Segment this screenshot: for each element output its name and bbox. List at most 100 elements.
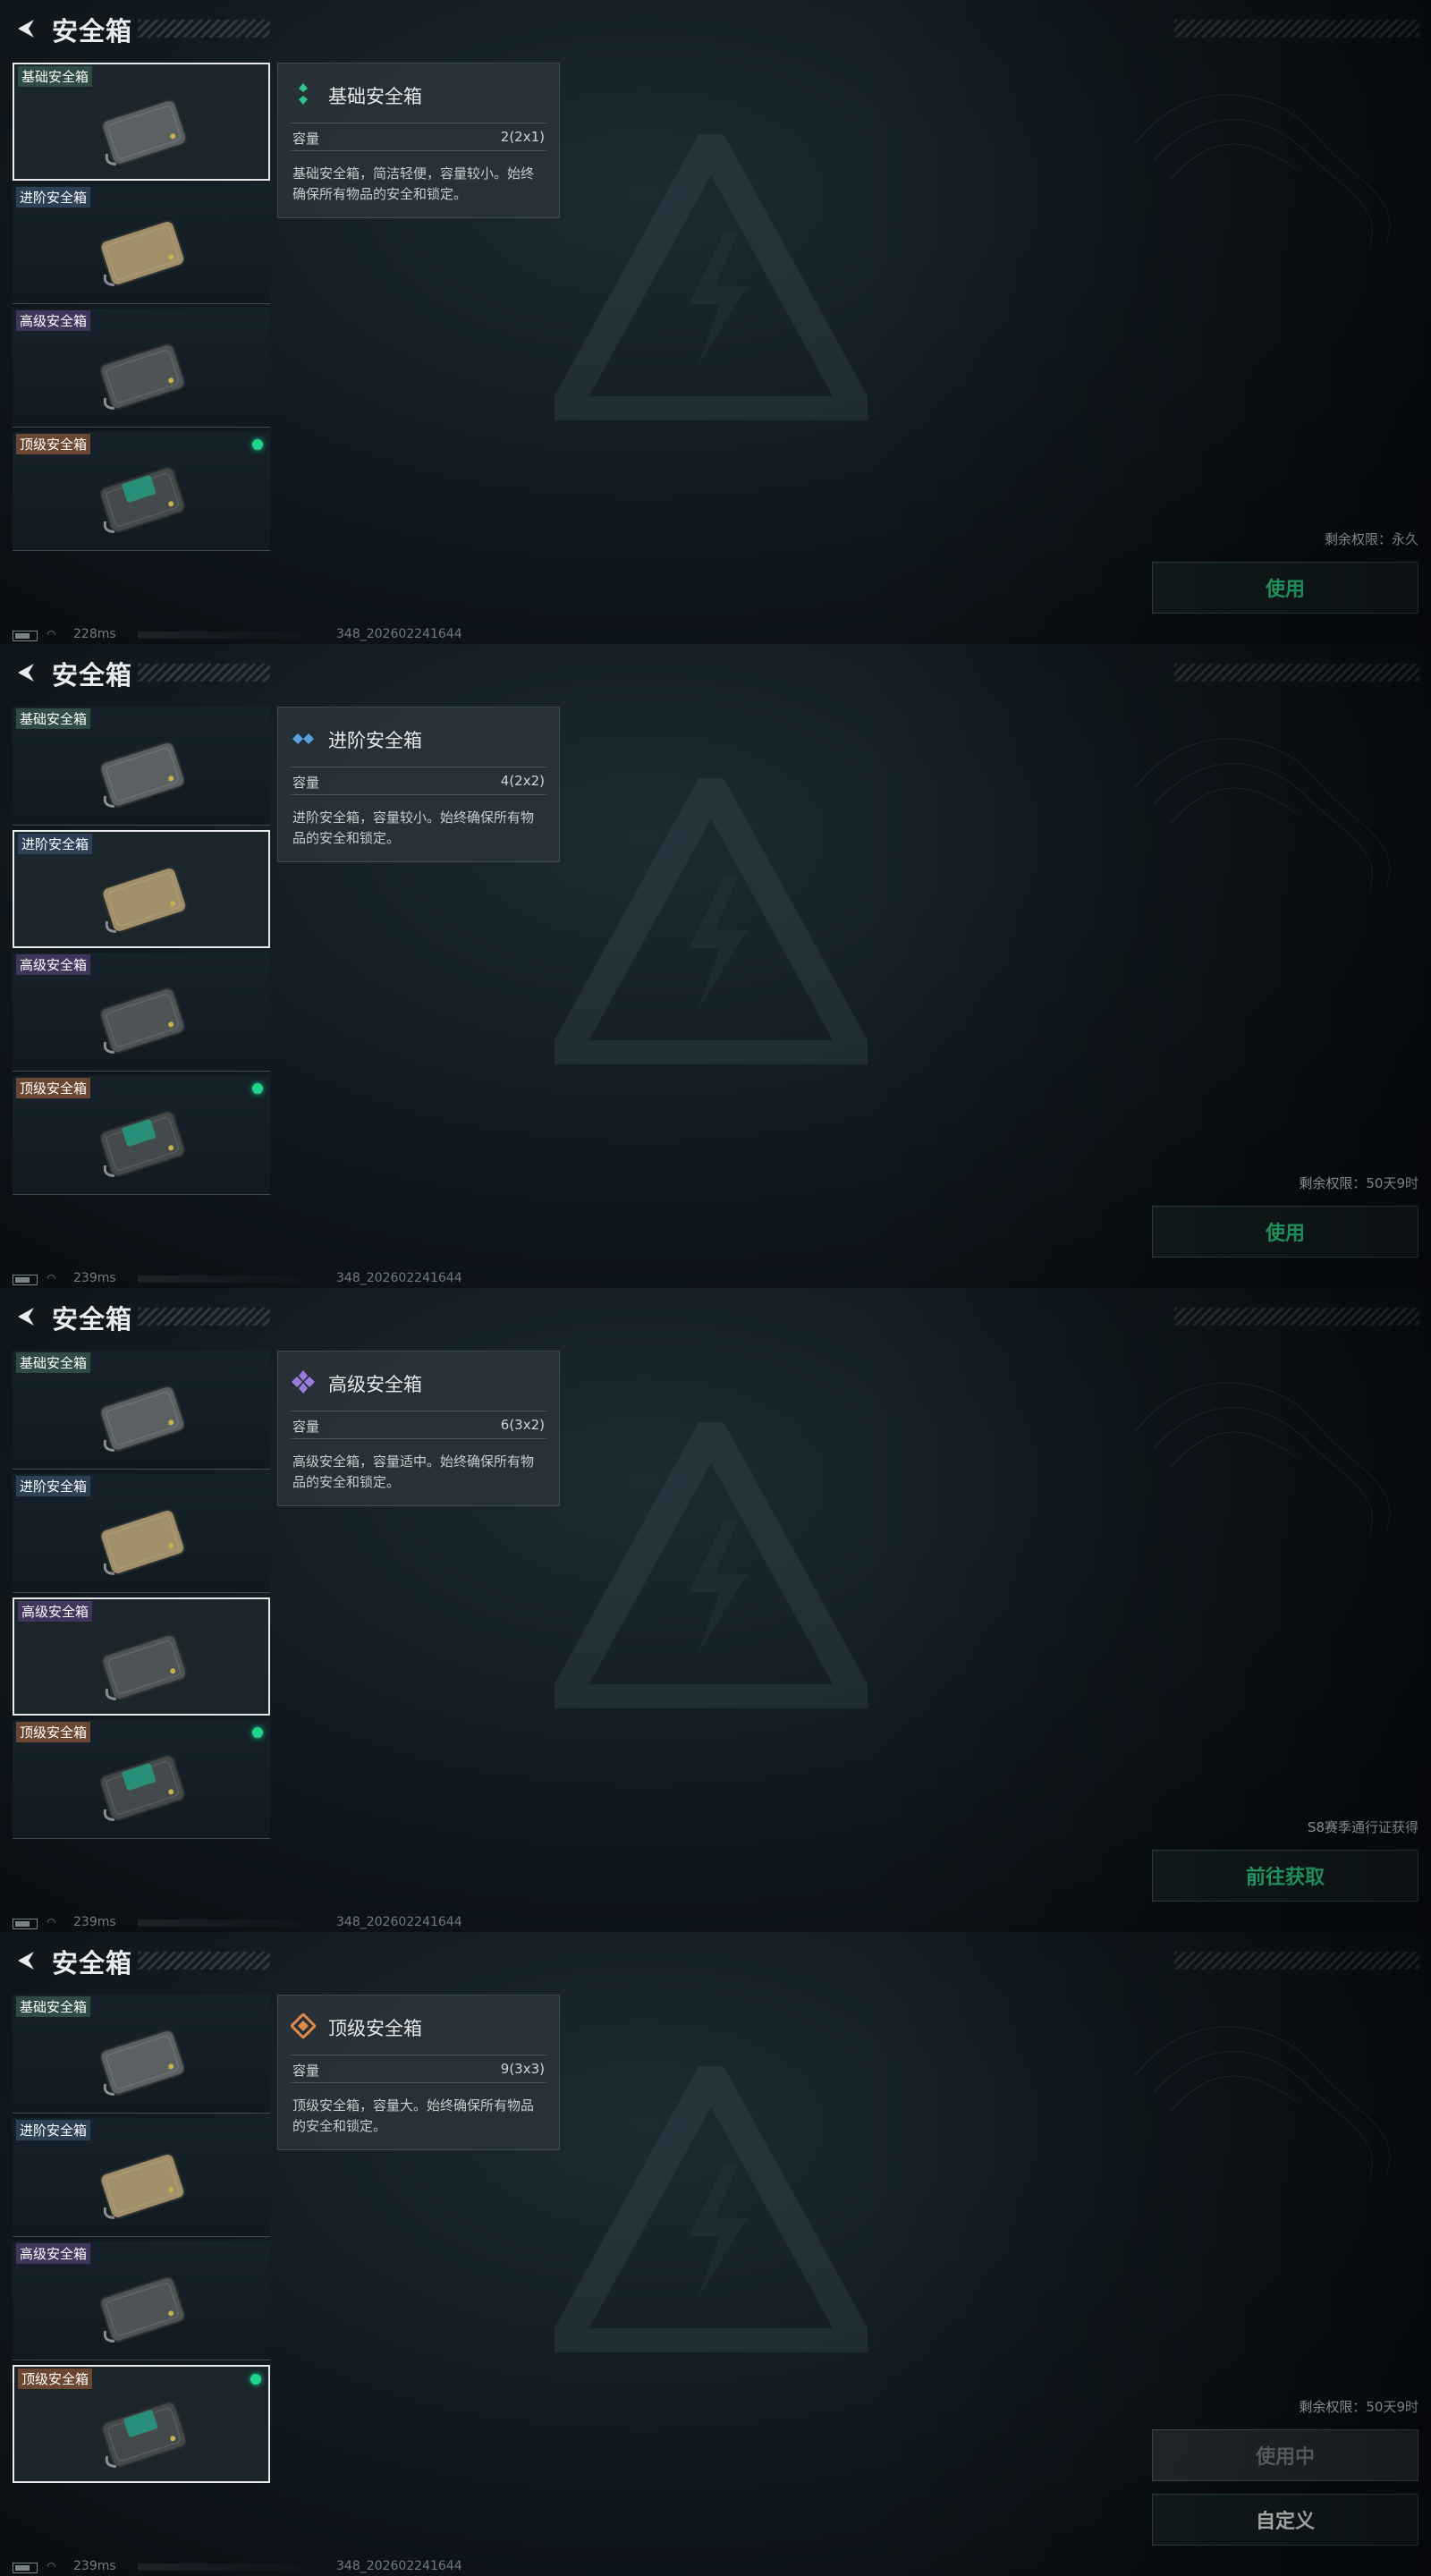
header-hatch-decoration (1174, 664, 1419, 682)
box-card-label: 基础安全箱 (16, 708, 91, 729)
action-button[interactable]: 使用 (1152, 1206, 1418, 1258)
capacity-value: 2(2x1) (500, 129, 545, 145)
battery-icon (13, 631, 38, 641)
safe-box-image (93, 212, 191, 292)
basic-box-icon (291, 81, 316, 106)
wifi-icon: ◠ (47, 2560, 56, 2572)
box-card[interactable]: 进阶安全箱 (13, 2118, 270, 2237)
ping-value: 239ms (73, 1271, 116, 1285)
high-box-icon (291, 1369, 316, 1394)
build-version: 348_202602241644 (336, 1915, 462, 1929)
box-card[interactable]: 进阶安全箱 (13, 1474, 270, 1593)
safe-box-image (95, 1626, 193, 1707)
ping-value: 239ms (73, 1915, 116, 1929)
safe-box-name: 基础安全箱 (328, 86, 422, 107)
safe-box-image (93, 1377, 191, 1458)
action-button[interactable]: 使用中 (1152, 2429, 1418, 2481)
safe-box-list: 基础安全箱 进阶安全箱 高级安全箱 顶级安全箱 (13, 1351, 274, 1843)
wifi-icon: ◠ (47, 628, 56, 640)
safe-box-panel: 安全箱 基础安全箱 进阶安全箱 高级安全箱 (0, 0, 1431, 644)
safe-box-image (93, 335, 191, 416)
box-card[interactable]: 顶级安全箱 (13, 432, 270, 551)
back-icon[interactable] (13, 16, 38, 41)
safe-box-image (93, 2268, 191, 2349)
safe-box-description: 顶级安全箱，容量大。始终确保所有物品的安全和锁定。 (292, 2097, 535, 2134)
box-card[interactable]: 顶级安全箱 (13, 1720, 270, 1839)
page-title: 安全箱 (52, 1948, 133, 1979)
top-box-icon (289, 2012, 318, 2040)
page-title: 安全箱 (52, 1304, 133, 1335)
capacity-value: 4(2x2) (500, 773, 545, 789)
battery-icon (13, 1275, 38, 1285)
build-version: 348_202602241644 (336, 1271, 462, 1285)
status-decoration (138, 631, 334, 639)
equipped-indicator (252, 1727, 263, 1738)
page-title: 安全箱 (52, 16, 133, 47)
box-card[interactable]: 高级安全箱 (13, 309, 270, 428)
back-icon[interactable] (13, 1948, 38, 1973)
safe-box-name: 顶级安全箱 (328, 2018, 422, 2039)
box-card[interactable]: 基础安全箱 (13, 707, 270, 826)
status-decoration (138, 1919, 334, 1927)
box-card-label: 高级安全箱 (16, 2243, 91, 2264)
box-card-label: 高级安全箱 (16, 954, 91, 975)
header: 安全箱 (0, 1932, 1431, 1989)
box-card[interactable]: 高级安全箱 (13, 1597, 270, 1716)
box-card[interactable]: 进阶安全箱 (13, 185, 270, 304)
equipped-indicator (250, 2374, 261, 2385)
box-card[interactable]: 高级安全箱 (13, 953, 270, 1072)
action-button[interactable]: 前往获取 (1152, 1850, 1418, 1902)
safe-box-image (93, 2021, 191, 2102)
capacity-row: 容量 4(2x2) (291, 767, 546, 795)
capacity-label: 容量 (292, 775, 320, 791)
safe-box-name: 进阶安全箱 (328, 730, 422, 751)
background-logo (555, 2066, 868, 2352)
build-version: 348_202602241644 (336, 627, 462, 641)
safe-box-list: 基础安全箱 进阶安全箱 高级安全箱 顶级安全箱 (13, 63, 274, 555)
capacity-value: 9(3x3) (500, 2061, 545, 2077)
safe-box-name: 高级安全箱 (328, 1374, 422, 1395)
box-card[interactable]: 基础安全箱 (13, 1995, 270, 2114)
box-card-label: 进阶安全箱 (16, 2120, 91, 2140)
advanced-box-icon (291, 725, 316, 750)
safe-box-info-panel: 顶级安全箱 容量 9(3x3) 顶级安全箱，容量大。始终确保所有物品的安全和锁定… (277, 1995, 560, 2150)
box-card-label: 进阶安全箱 (18, 834, 93, 854)
header: 安全箱 (0, 0, 1431, 57)
box-card-label: 顶级安全箱 (18, 2368, 93, 2389)
box-card[interactable]: 进阶安全箱 (13, 830, 270, 948)
box-card-label: 基础安全箱 (16, 1352, 91, 1373)
safe-box-image (95, 859, 193, 939)
safe-box-panel: 安全箱 基础安全箱 进阶安全箱 高级安全箱 (0, 1932, 1431, 2576)
box-card-label: 顶级安全箱 (16, 434, 91, 454)
battery-icon (13, 1919, 38, 1929)
action-button[interactable]: 使用 (1152, 562, 1418, 614)
safe-box-list: 基础安全箱 进阶安全箱 高级安全箱 顶级安全箱 (13, 1995, 274, 2487)
safe-box-description: 基础安全箱，简洁轻便，容量较小。始终确保所有物品的安全和锁定。 (292, 165, 535, 202)
remaining-permission: 剩余权限：50天9时 (1299, 1175, 1418, 1191)
ping-value: 228ms (73, 627, 116, 641)
capacity-row: 容量 9(3x3) (291, 2055, 546, 2083)
equipped-indicator (252, 439, 263, 450)
safe-box-image (95, 91, 193, 172)
topographic-decoration (1135, 738, 1391, 895)
background-logo (555, 134, 868, 420)
box-card[interactable]: 基础安全箱 (13, 1351, 270, 1470)
back-icon[interactable] (13, 660, 38, 685)
safe-box-list: 基础安全箱 进阶安全箱 高级安全箱 顶级安全箱 (13, 707, 274, 1199)
safe-box-image (93, 2145, 191, 2225)
back-icon[interactable] (13, 1304, 38, 1329)
capacity-row: 容量 2(2x1) (291, 123, 546, 151)
header: 安全箱 (0, 644, 1431, 701)
safe-box-image (93, 1501, 191, 1581)
box-card[interactable]: 基础安全箱 (13, 63, 270, 181)
battery-icon (13, 2563, 38, 2573)
topographic-decoration (1135, 94, 1391, 251)
safe-box-image (93, 979, 191, 1060)
action-button[interactable]: 自定义 (1152, 2494, 1418, 2546)
capacity-label: 容量 (292, 131, 320, 147)
box-card[interactable]: 高级安全箱 (13, 2241, 270, 2360)
status-bar: ◠ 228ms 348_202602241644 (13, 626, 513, 644)
box-card[interactable]: 顶级安全箱 (13, 1076, 270, 1195)
box-card-label: 进阶安全箱 (16, 1476, 91, 1496)
box-card[interactable]: 顶级安全箱 (13, 2365, 270, 2483)
